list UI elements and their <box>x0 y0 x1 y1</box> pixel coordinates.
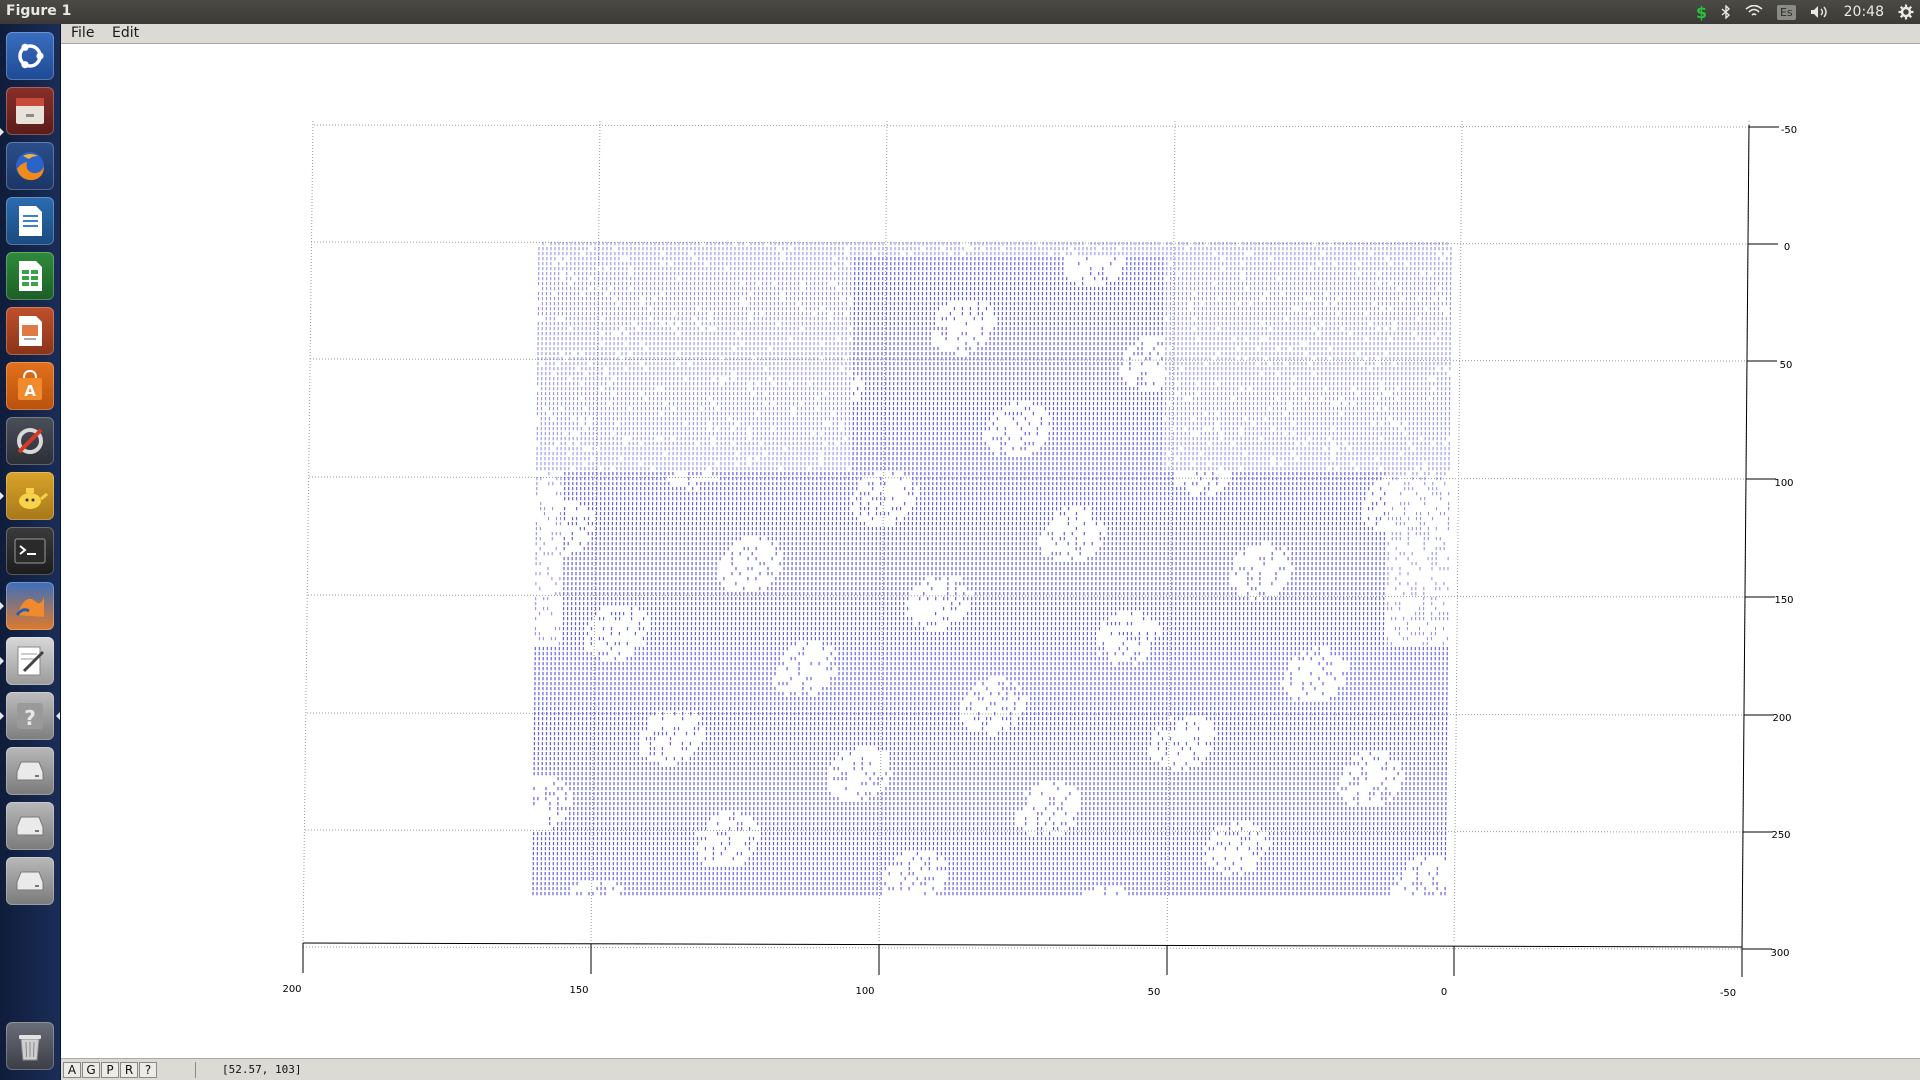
y-tick-label: 200 <box>1772 713 1791 724</box>
grid-toggle-button[interactable]: G <box>82 1062 100 1078</box>
trash-icon[interactable] <box>6 1022 54 1070</box>
window-title: Figure 1 <box>6 3 72 19</box>
pencil-icon[interactable] <box>6 637 54 685</box>
grid-line-horizontal <box>307 594 1746 598</box>
file-menu[interactable]: File <box>67 25 98 41</box>
x-tick-label: -50 <box>1720 988 1736 999</box>
gear-icon[interactable] <box>1898 4 1914 20</box>
y-axis-line <box>1741 124 1750 948</box>
firefox-icon[interactable] <box>6 142 54 190</box>
clock[interactable]: 20:48 <box>1844 4 1884 20</box>
drive-icon[interactable] <box>6 747 54 795</box>
autoscale-button[interactable]: A <box>63 1062 81 1078</box>
ubuntu-logo-icon[interactable] <box>6 32 54 80</box>
y-tick-label: -50 <box>1781 125 1797 136</box>
grid-line-vertical <box>1453 120 1463 944</box>
running-indicator <box>0 492 4 500</box>
x-tick-label: 200 <box>282 984 301 995</box>
presentation-icon[interactable] <box>6 307 54 355</box>
menu-bar: File Edit <box>61 24 1920 44</box>
running-indicator <box>0 128 4 136</box>
pan-zoom-button[interactable]: P <box>101 1062 119 1078</box>
orange-app-icon[interactable] <box>6 582 54 630</box>
x-tick-label: 150 <box>569 985 588 996</box>
grid-line-horizontal <box>308 476 1747 480</box>
coordinate-readout: [52.57, 103] <box>195 1062 1915 1078</box>
grid-line-horizontal <box>306 712 1745 716</box>
point-cloud <box>532 242 1452 896</box>
system-tray: $ Es 20:48 <box>1696 0 1914 24</box>
top-panel: Figure 1 $ Es 20:48 <box>0 0 1920 24</box>
y-tick-label: 0 <box>1784 242 1790 253</box>
y-tick-label: 100 <box>1774 478 1793 489</box>
grid-line-horizontal <box>304 829 1744 833</box>
wrench-icon[interactable] <box>6 417 54 465</box>
grid-line-vertical <box>302 120 314 944</box>
rotate-button[interactable]: R <box>120 1062 138 1078</box>
figure-canvas[interactable]: 200 150 100 50 0 -50 -50 0 50 100 150 200 250 300 <box>61 45 1920 1058</box>
launcher: A ? <box>0 24 61 1080</box>
drive-icon[interactable] <box>6 802 54 850</box>
active-indicator <box>56 712 60 720</box>
keyboard-icon[interactable]: Es <box>1776 4 1796 20</box>
volume-icon[interactable] <box>1810 5 1830 19</box>
grid-line-horizontal <box>302 946 1743 950</box>
terminal-icon[interactable] <box>6 527 54 575</box>
x-tick-label: 0 <box>1441 987 1447 998</box>
y-tick-label: 150 <box>1774 595 1793 606</box>
svg-text:?: ? <box>24 706 36 730</box>
x-axis-line <box>302 942 1743 948</box>
x-tick-label: 100 <box>855 986 874 997</box>
bluetooth-icon[interactable] <box>1721 5 1731 19</box>
point-cloud-plot[interactable]: 200 150 100 50 0 -50 -50 0 50 100 150 200 250 300 <box>61 45 1920 1058</box>
shopping-bag-icon[interactable]: A <box>6 362 54 410</box>
y-tick-label: 50 <box>1780 360 1793 371</box>
question-icon[interactable]: ? <box>6 692 54 740</box>
svg-text:A: A <box>24 382 36 400</box>
x-tick-label: 50 <box>1148 987 1161 998</box>
spreadsheet-icon[interactable] <box>6 252 54 300</box>
running-indicator <box>0 657 4 665</box>
dollar-icon[interactable]: $ <box>1696 3 1707 22</box>
y-tick-label: 250 <box>1771 830 1790 841</box>
teapot-icon[interactable] <box>6 472 54 520</box>
drive-icon[interactable] <box>6 857 54 905</box>
grid-line-horizontal <box>313 124 1750 128</box>
y-tick-label: 300 <box>1770 948 1789 959</box>
grid-line-horizontal <box>310 241 1749 245</box>
running-indicator <box>0 712 4 720</box>
edit-menu[interactable]: Edit <box>108 25 143 41</box>
status-bar: A G P R ? [52.57, 103] <box>61 1058 1920 1080</box>
document-icon[interactable] <box>6 197 54 245</box>
running-indicator <box>0 602 4 610</box>
help-button[interactable]: ? <box>139 1062 157 1078</box>
wifi-icon[interactable] <box>1745 5 1763 19</box>
grid-line-horizontal <box>309 358 1748 362</box>
file-cabinet-icon[interactable] <box>6 87 54 135</box>
background-points <box>534 242 1452 646</box>
